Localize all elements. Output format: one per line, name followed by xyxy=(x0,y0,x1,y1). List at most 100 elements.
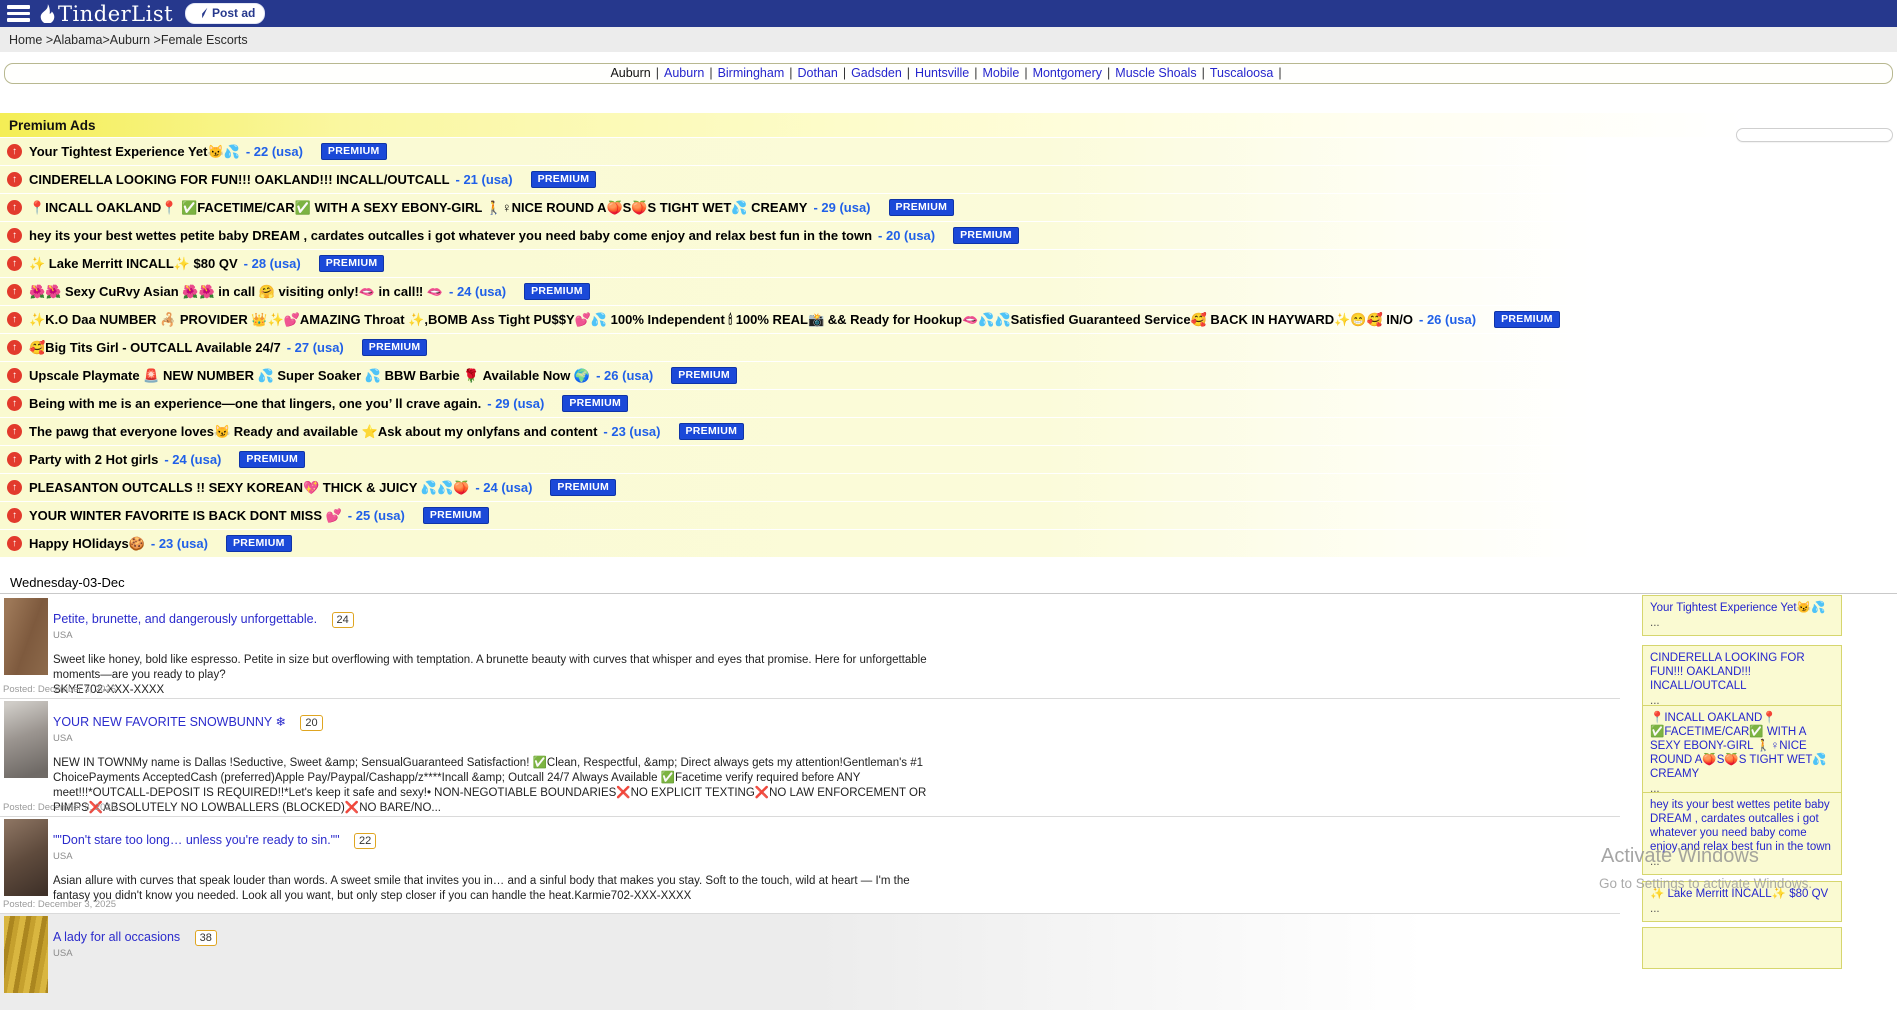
premium-badge: PREMIUM xyxy=(362,339,428,356)
sidebar-ad-box[interactable]: Your Tightest Experience Yet😼💦 ... xyxy=(1642,595,1842,636)
bump-up-icon: ↑ xyxy=(7,312,22,327)
listing-title[interactable]: Petite, brunette, and dangerously unforg… xyxy=(53,612,317,626)
listing-thumbnail[interactable] xyxy=(4,598,48,675)
bump-up-icon: ↑ xyxy=(7,396,22,411)
sidebar-ad-title[interactable]: 📍INCALL OAKLAND📍 ✅FACETIME/CAR✅ WITH A S… xyxy=(1650,712,1827,780)
city-link-huntsville[interactable]: Huntsville xyxy=(915,66,969,80)
premium-ad-title[interactable]: Your Tightest Experience Yet😼💦 xyxy=(29,144,240,160)
city-link-tuscaloosa[interactable]: Tuscaloosa xyxy=(1210,66,1273,80)
city-link-gadsden[interactable]: Gadsden xyxy=(851,66,902,80)
premium-ad-title[interactable]: ✨K.O Daa NUMBER 🦂 PROVIDER 👑✨💕AMAZING Th… xyxy=(29,312,1413,328)
sidebar-ad-box[interactable] xyxy=(1642,927,1842,969)
premium-ad-meta: - 29 (usa) xyxy=(813,200,870,215)
premium-ad-row: ↑ Your Tightest Experience Yet😼💦 - 22 (u… xyxy=(0,138,1897,165)
premium-ad-title[interactable]: 🥰Big Tits Girl - OUTCALL Available 24/7 xyxy=(29,340,281,356)
premium-ad-row: ↑ 🥰Big Tits Girl - OUTCALL Available 24/… xyxy=(0,334,1897,361)
premium-ad-title[interactable]: The pawg that everyone loves😼 Ready and … xyxy=(29,424,597,440)
list-item: Petite, brunette, and dangerously unforg… xyxy=(0,596,1620,699)
city-link-birmingham[interactable]: Birmingham xyxy=(718,66,785,80)
city-link-montgomery[interactable]: Montgomery xyxy=(1033,66,1102,80)
filter-input[interactable] xyxy=(1736,128,1893,142)
sidebar-ad-box[interactable]: CINDERELLA LOOKING FOR FUN!!! OAKLAND!!!… xyxy=(1642,645,1842,714)
bump-up-icon: ↑ xyxy=(7,452,22,467)
sidebar-ad-box[interactable]: 📍INCALL OAKLAND📍 ✅FACETIME/CAR✅ WITH A S… xyxy=(1642,705,1842,802)
premium-ad-title[interactable]: hey its your best wettes petite baby DRE… xyxy=(29,228,872,243)
premium-badge: PREMIUM xyxy=(1494,311,1560,328)
premium-ad-meta: - 26 (usa) xyxy=(596,368,653,383)
bump-up-icon: ↑ xyxy=(7,172,22,187)
premium-ad-row: ↑ The pawg that everyone loves😼 Ready an… xyxy=(0,418,1897,445)
premium-badge: PREMIUM xyxy=(671,367,737,384)
paper-plane-icon xyxy=(195,7,208,19)
premium-ads-section: Premium Ads ↑ Your Tightest Experience Y… xyxy=(0,113,1897,557)
premium-ad-meta: - 22 (usa) xyxy=(246,144,303,159)
posted-date: Posted: December 3, 2025 xyxy=(3,802,116,813)
post-ad-button[interactable]: Post ad xyxy=(185,3,265,24)
premium-badge: PREMIUM xyxy=(562,395,628,412)
listing-description: Asian allure with curves that speak loud… xyxy=(53,874,933,904)
premium-ad-title[interactable]: Party with 2 Hot girls xyxy=(29,452,158,467)
premium-badge: PREMIUM xyxy=(531,171,597,188)
age-badge: 24 xyxy=(332,612,354,628)
bump-up-icon: ↑ xyxy=(7,536,22,551)
bump-up-icon: ↑ xyxy=(7,424,22,439)
premium-badge: PREMIUM xyxy=(679,423,745,440)
premium-ad-meta: - 24 (usa) xyxy=(449,284,506,299)
posted-date: Posted: December 3, 2025 xyxy=(3,684,116,695)
premium-ad-title[interactable]: YOUR WINTER FAVORITE IS BACK DONT MISS 💕 xyxy=(29,508,342,524)
date-divider xyxy=(0,593,1897,594)
listing-title[interactable]: ""Don't stare too long… unless you're re… xyxy=(53,833,340,847)
premium-ad-title[interactable]: Upscale Playmate 🚨 NEW NUMBER 💦 Super So… xyxy=(29,368,590,384)
premium-ad-title[interactable]: ✨ Lake Merritt INCALL✨ $80 QV xyxy=(29,256,238,272)
premium-ad-row: ↑ hey its your best wettes petite baby D… xyxy=(0,222,1897,249)
premium-ad-row: ↑ Being with me is an experience—one tha… xyxy=(0,390,1897,417)
premium-ad-row: ↑ ✨ Lake Merritt INCALL✨ $80 QV - 28 (us… xyxy=(0,250,1897,277)
bump-up-icon: ↑ xyxy=(7,256,22,271)
premium-ad-meta: - 20 (usa) xyxy=(878,228,935,243)
bump-up-icon: ↑ xyxy=(7,284,22,299)
premium-ad-meta: - 26 (usa) xyxy=(1419,312,1476,327)
posted-date: Posted: December 3, 2025 xyxy=(3,899,116,910)
bump-up-icon: ↑ xyxy=(7,144,22,159)
bump-up-icon: ↑ xyxy=(7,228,22,243)
premium-ad-title[interactable]: PLEASANTON OUTCALLS !! SEXY KOREAN💖 THIC… xyxy=(29,480,469,496)
sidebar-ad-ellipsis: ... xyxy=(1650,616,1834,630)
city-link-auburn[interactable]: Auburn xyxy=(664,66,704,80)
premium-ad-meta: - 23 (usa) xyxy=(151,536,208,551)
listing-country: USA xyxy=(53,733,1620,744)
city-link-dothan[interactable]: Dothan xyxy=(798,66,838,80)
city-nav-box: Auburn|Auburn|Birmingham|Dothan|Gadsden|… xyxy=(4,63,1893,84)
listing-thumbnail[interactable] xyxy=(4,701,48,778)
menu-icon[interactable] xyxy=(7,5,30,22)
listing-title[interactable]: A lady for all occasions xyxy=(53,930,180,944)
site-logo[interactable]: TinderList xyxy=(39,2,173,26)
premium-ad-title[interactable]: 🌺🌺 Sexy CuRvy Asian 🌺🌺 in call 🤗 visitin… xyxy=(29,284,443,300)
breadcrumb: Home >Alabama>Auburn >Female Escorts xyxy=(0,27,1897,52)
premium-badge: PREMIUM xyxy=(524,283,590,300)
sidebar-ad-title[interactable]: CINDERELLA LOOKING FOR FUN!!! OAKLAND!!!… xyxy=(1650,652,1805,692)
date-header: Wednesday-03-Dec xyxy=(10,575,125,590)
premium-ad-row: ↑ YOUR WINTER FAVORITE IS BACK DONT MISS… xyxy=(0,502,1897,529)
premium-badge: PREMIUM xyxy=(550,479,616,496)
flame-icon xyxy=(39,4,56,23)
premium-ad-title[interactable]: CINDERELLA LOOKING FOR FUN!!! OAKLAND!!!… xyxy=(29,172,450,187)
listing-country: USA xyxy=(53,630,1620,641)
list-item: A lady for all occasions 38 USA xyxy=(0,914,1620,1010)
premium-ad-row: ↑ CINDERELLA LOOKING FOR FUN!!! OAKLAND!… xyxy=(0,166,1897,193)
premium-ad-title[interactable]: Being with me is an experience—one that … xyxy=(29,396,481,411)
age-badge: 38 xyxy=(195,930,217,946)
listing-title[interactable]: YOUR NEW FAVORITE SNOWBUNNY ❄ xyxy=(53,715,286,729)
premium-ad-title[interactable]: Happy HOlidays🍪 xyxy=(29,536,145,552)
city-link-mobile[interactable]: Mobile xyxy=(982,66,1019,80)
premium-badge: PREMIUM xyxy=(319,255,385,272)
bump-up-icon: ↑ xyxy=(7,368,22,383)
premium-ad-title[interactable]: 📍INCALL OAKLAND📍 ✅FACETIME/CAR✅ WITH A S… xyxy=(29,200,807,216)
bump-up-icon: ↑ xyxy=(7,200,22,215)
premium-badge: PREMIUM xyxy=(239,451,305,468)
premium-ad-meta: - 23 (usa) xyxy=(603,424,660,439)
sidebar-ad-title[interactable]: Your Tightest Experience Yet😼💦 xyxy=(1650,602,1825,614)
premium-badge: PREMIUM xyxy=(226,535,292,552)
listing-thumbnail[interactable] xyxy=(4,819,48,896)
listing-thumbnail[interactable] xyxy=(4,916,48,993)
city-link-muscle-shoals[interactable]: Muscle Shoals xyxy=(1115,66,1196,80)
